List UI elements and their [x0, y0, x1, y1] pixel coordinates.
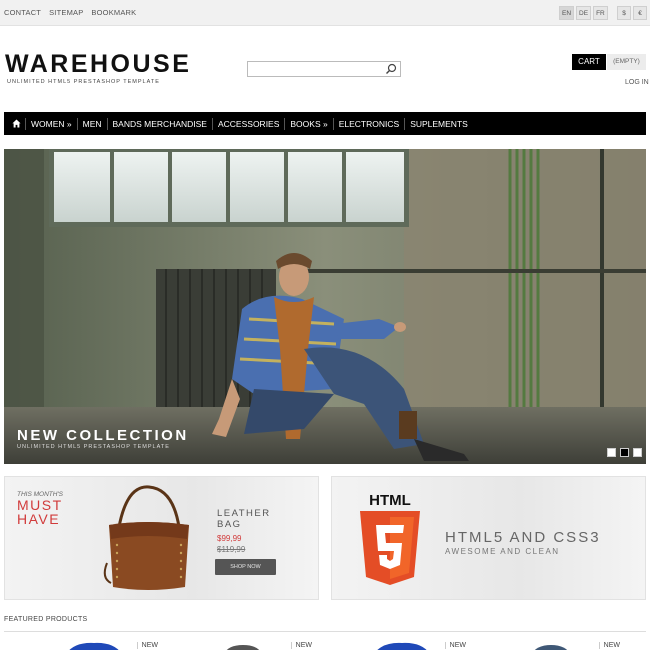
- nav-item-women[interactable]: WOMEN »: [25, 117, 77, 130]
- language-de[interactable]: DE: [576, 6, 592, 20]
- banner-old-price: $119,99: [217, 545, 246, 554]
- product-card[interactable]: NEW: [4, 636, 158, 650]
- hero-title: NEW COLLECTION: [17, 427, 189, 444]
- banner-headline: MUST HAVE: [17, 497, 63, 527]
- slider-pagination: [607, 448, 642, 457]
- html5-logo-icon: HTML: [360, 492, 420, 585]
- product-image: [377, 642, 427, 650]
- slider-dot-3[interactable]: [633, 448, 642, 457]
- cart-status[interactable]: (EMPTY): [607, 54, 646, 70]
- html5-subtitle: AWESOME AND CLEAN: [445, 547, 560, 556]
- new-badge: NEW: [136, 642, 158, 649]
- banner-price: $99,99: [217, 534, 242, 543]
- product-image: [534, 645, 568, 650]
- top-bar: CONTACT SITEMAP BOOKMARK EN DE FR $ €: [0, 0, 650, 26]
- slider-dot-1[interactable]: [607, 448, 616, 457]
- currency-usd[interactable]: $: [617, 6, 631, 20]
- featured-divider: [4, 631, 646, 632]
- language-switcher: EN DE FR: [559, 6, 608, 20]
- nav-item-bands-merchandise[interactable]: BANDS MERCHANDISE: [106, 117, 212, 130]
- hero-subtitle: UNLIMITED HTML5 PRESTASHOP TEMPLATE: [17, 444, 170, 450]
- sitemap-link[interactable]: SITEMAP: [49, 8, 83, 17]
- shop-now-button[interactable]: SHOP NOW: [215, 559, 276, 575]
- hero-slider[interactable]: NEW COLLECTION UNLIMITED HTML5 PRESTASHO…: [4, 149, 646, 464]
- product-image: [226, 645, 260, 650]
- product-card[interactable]: NEW: [312, 636, 466, 650]
- main-nav: WOMEN » MEN BANDS MERCHANDISE ACCESSORIE…: [4, 112, 646, 135]
- hero-image: [4, 149, 646, 464]
- home-icon[interactable]: [8, 112, 25, 135]
- search-input[interactable]: [248, 65, 378, 80]
- nav-item-books[interactable]: BOOKS »: [284, 117, 332, 130]
- currency-eur[interactable]: €: [633, 6, 647, 20]
- leather-bag-image: [103, 485, 189, 590]
- site-tagline: UNLIMITED HTML5 PRESTASHOP TEMPLATE: [7, 79, 160, 85]
- product-card[interactable]: NEW: [466, 636, 620, 650]
- top-links: CONTACT SITEMAP BOOKMARK: [4, 8, 136, 17]
- must-have-banner[interactable]: THIS MONTH'S MUST HAVE LEATHER BAG $99,9…: [4, 476, 319, 600]
- contact-link[interactable]: CONTACT: [4, 8, 41, 17]
- nav-item-electronics[interactable]: ELECTRONICS: [332, 117, 404, 130]
- new-badge: NEW: [444, 642, 466, 649]
- nav-item-accessories[interactable]: ACCESSORIES: [211, 117, 284, 130]
- search-box: [247, 61, 401, 80]
- nav-item-men[interactable]: MEN: [76, 117, 107, 130]
- site-logo[interactable]: WAREHOUSE: [5, 52, 191, 77]
- new-badge: NEW: [290, 642, 312, 649]
- new-badge: NEW: [598, 642, 620, 649]
- product-card[interactable]: NEW: [158, 636, 312, 650]
- slider-dot-2[interactable]: [620, 448, 629, 457]
- language-en[interactable]: EN: [559, 6, 575, 20]
- html5-badge-text: HTML: [369, 492, 411, 509]
- cart-button[interactable]: CART: [572, 54, 606, 70]
- featured-products-heading: FEATURED PRODUCTS: [4, 616, 88, 623]
- bookmark-link[interactable]: BOOKMARK: [91, 8, 136, 17]
- search-icon[interactable]: [385, 63, 397, 75]
- nav-item-suplements[interactable]: SUPLEMENTS: [404, 117, 473, 130]
- currency-switcher: $ €: [617, 6, 647, 20]
- product-image: [69, 642, 119, 650]
- login-link[interactable]: LOG IN: [625, 79, 649, 86]
- html5-title: HTML5 AND CSS3: [445, 529, 601, 546]
- html5-banner[interactable]: HTML HTML5 AND CSS3 AWESOME AND CLEAN: [331, 476, 646, 600]
- banner-product-name: LEATHER BAG: [217, 508, 271, 530]
- language-fr[interactable]: FR: [593, 6, 608, 20]
